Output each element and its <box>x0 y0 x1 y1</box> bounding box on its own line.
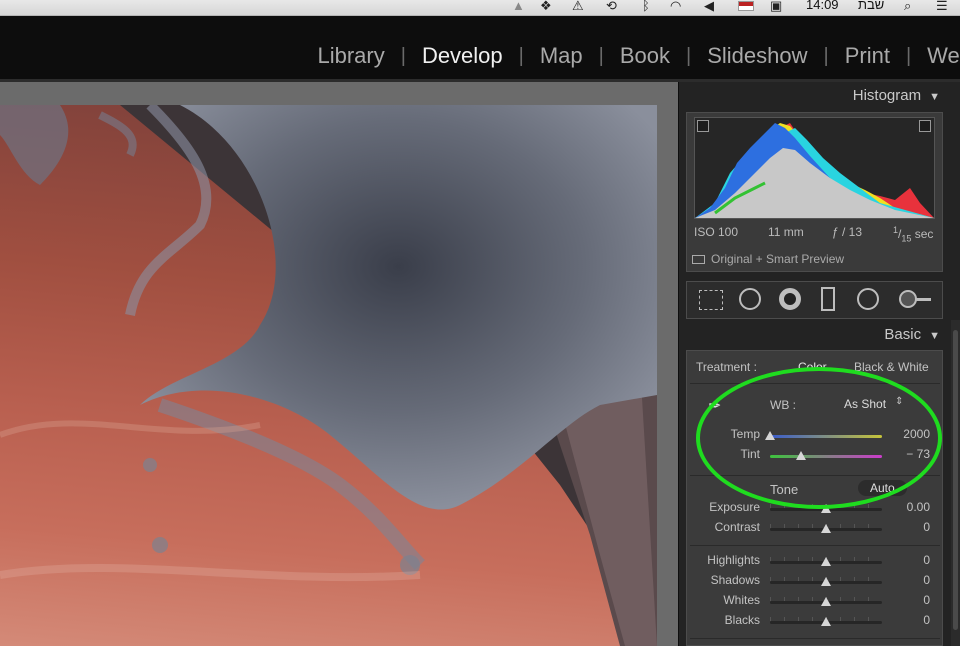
basic-divider <box>690 638 940 639</box>
slider-value-whites[interactable]: 0 <box>880 593 930 607</box>
green-annotation-ellipse <box>696 367 942 509</box>
module-develop[interactable]: Develop <box>420 43 505 69</box>
slider-thumb-shadows[interactable] <box>821 577 831 586</box>
module-separator: | <box>598 44 604 67</box>
module-separator: | <box>686 44 692 67</box>
photo-preview[interactable] <box>0 105 657 646</box>
bluetooth-icon[interactable]: ᛒ <box>642 0 650 14</box>
slider-label-blacks: Blacks <box>724 613 760 627</box>
treatment-label: Treatment : <box>696 360 757 374</box>
spotlight-icon[interactable]: ⌕ <box>904 0 911 14</box>
module-slideshow[interactable]: Slideshow <box>705 43 809 69</box>
histogram-graph[interactable] <box>694 117 935 219</box>
module-separator: | <box>518 44 524 67</box>
slider-thumb-contrast[interactable] <box>821 524 831 533</box>
slider-label-contrast: Contrast <box>714 520 760 534</box>
display-icon[interactable]: ▣ <box>770 0 782 14</box>
sync-warning-icon[interactable]: ⚠ <box>572 0 584 14</box>
shutter-unit: sec <box>914 227 934 241</box>
menubar-day[interactable]: שבת <box>858 0 884 13</box>
module-web[interactable]: Web <box>925 43 960 69</box>
menubar-clock[interactable]: 14:09 <box>806 0 839 13</box>
flag-us-icon[interactable] <box>738 1 754 11</box>
module-picker: Library | Develop | Map | Book | Slideshow | Print… <box>0 16 960 80</box>
slider-label-exposure: Exposure <box>709 500 760 514</box>
smart-preview-status[interactable]: Original + Smart Preview <box>692 252 844 266</box>
focal-length: 11 mm <box>768 225 804 239</box>
module-separator: | <box>905 44 912 67</box>
cloud-upload-icon[interactable]: ▲ <box>512 0 525 14</box>
preview-icon <box>692 255 705 265</box>
notifications-icon[interactable]: ☰ <box>936 0 948 14</box>
histogram-title: Histogram <box>852 87 922 104</box>
basic-title: Basic <box>884 326 922 343</box>
module-map[interactable]: Map <box>538 43 585 69</box>
volume-icon[interactable]: ◀ <box>704 0 714 14</box>
preview-label: Original + Smart Preview <box>711 252 845 266</box>
histogram-curve <box>695 123 934 218</box>
time-machine-icon[interactable]: ⟲ <box>606 0 617 14</box>
radial-filter-icon[interactable] <box>857 288 879 310</box>
iso-value: ISO 100 <box>694 225 739 239</box>
macos-menubar: ▲ ❖ ⚠ ⟲ ᛒ ◠ ◀ ▣ 14:09 שבת ⌕ ☰ <box>0 0 960 16</box>
slider-label-shadows: Shadows <box>710 573 760 587</box>
shutter-denominator: 15 <box>901 233 912 244</box>
module-print[interactable]: Print <box>843 43 892 69</box>
brush-handle <box>915 298 931 301</box>
shutter-numerator: 1 <box>893 225 899 235</box>
crop-overlay-icon[interactable] <box>699 290 723 310</box>
graduated-filter-icon[interactable] <box>821 287 835 311</box>
slider-value-exposure[interactable]: 0.00 <box>880 500 930 514</box>
panel-scroll-thumb[interactable] <box>953 330 958 630</box>
module-separator: | <box>823 44 829 67</box>
tree-foliage-illustration <box>0 105 657 646</box>
histogram-header[interactable]: Histogram ▼ <box>853 87 940 104</box>
spot-removal-icon[interactable] <box>739 288 761 310</box>
slider-thumb-whites[interactable] <box>821 597 831 606</box>
basic-divider <box>690 545 940 546</box>
aperture-value: ƒ / 13 <box>832 225 863 239</box>
basic-header[interactable]: Basic ▼ <box>884 326 940 343</box>
highlight-clipping-icon[interactable] <box>919 120 931 132</box>
slider-value-blacks[interactable]: 0 <box>880 613 930 627</box>
slider-value-shadows[interactable]: 0 <box>880 573 930 587</box>
slider-value-contrast[interactable]: 0 <box>880 520 930 534</box>
module-separator: | <box>400 44 406 67</box>
dropbox-icon[interactable]: ❖ <box>540 0 552 14</box>
wifi-icon[interactable]: ◠ <box>670 0 681 14</box>
module-book[interactable]: Book <box>618 43 672 69</box>
shadow-clipping-icon[interactable] <box>697 120 709 132</box>
red-eye-icon[interactable] <box>779 288 801 310</box>
lightroom-window: ▲ ❖ ⚠ ⟲ ᛒ ◠ ◀ ▣ 14:09 שבת ⌕ ☰ Library | De… <box>0 0 960 646</box>
collapse-triangle-icon[interactable]: ▼ <box>929 330 940 342</box>
tool-strip <box>686 281 943 319</box>
shutter-speed: 1/15 sec <box>893 225 934 244</box>
collapse-triangle-icon[interactable]: ▼ <box>929 91 940 103</box>
slider-thumb-blacks[interactable] <box>821 617 831 626</box>
slider-label-whites: Whites <box>723 593 760 607</box>
module-library[interactable]: Library <box>315 43 386 69</box>
slider-thumb-highlights[interactable] <box>821 557 831 566</box>
slider-value-highlights[interactable]: 0 <box>880 553 930 567</box>
slider-label-highlights: Highlights <box>707 553 760 567</box>
